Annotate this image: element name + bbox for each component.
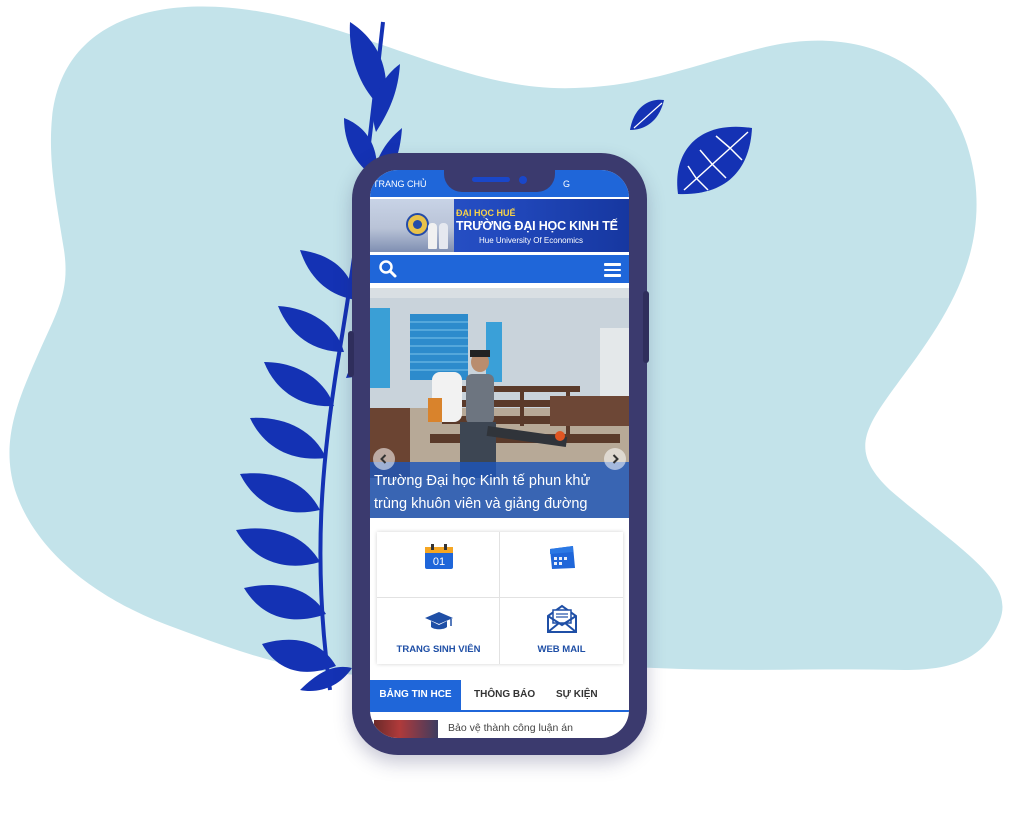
quick-links-grid: 01 TRANG SINH VIÊN WEB MAIL bbox=[377, 532, 623, 664]
hamburger-menu-icon[interactable] bbox=[604, 263, 621, 277]
tab-thong-bao[interactable]: THÔNG BÁO bbox=[474, 680, 535, 710]
chevron-right-icon bbox=[612, 454, 619, 464]
front-camera bbox=[519, 176, 527, 184]
phone-volume-button bbox=[348, 331, 354, 377]
university-logo-icon bbox=[406, 213, 429, 236]
banner-person bbox=[439, 223, 448, 249]
banner-photo bbox=[370, 199, 454, 252]
calendar-icon: 01 bbox=[425, 544, 453, 569]
quick-link-label: TRANG SINH VIÊN bbox=[396, 644, 481, 655]
site-banner[interactable]: ĐẠI HỌC HUẾ TRƯỜNG ĐẠI HỌC KINH TẾ Hue U… bbox=[370, 199, 629, 252]
phone-power-button bbox=[643, 291, 649, 363]
hero-caption[interactable]: Trường Đại học Kinh tế phun khử trùng kh… bbox=[370, 462, 629, 518]
banner-line-3: Hue University Of Economics bbox=[479, 236, 584, 245]
tab-bang-tin-hce[interactable]: BẢNG TIN HCE bbox=[370, 680, 461, 710]
quick-link-student-portal[interactable]: TRANG SINH VIÊN bbox=[377, 598, 500, 664]
quick-link-label: WEB MAIL bbox=[537, 644, 586, 655]
mail-icon bbox=[547, 604, 577, 633]
schedule-icon bbox=[550, 546, 575, 569]
nav-link-home[interactable]: TRANG CHỦ bbox=[373, 179, 427, 189]
quick-link-webmail[interactable]: WEB MAIL bbox=[500, 598, 623, 664]
speaker-grill bbox=[472, 177, 510, 182]
banner-line-2: TRƯỜNG ĐẠI HỌC KINH TẾ bbox=[456, 219, 618, 233]
nav-link-partial[interactable]: G bbox=[563, 179, 570, 189]
quick-link-calendar[interactable]: 01 bbox=[377, 532, 500, 598]
phone-notch bbox=[444, 170, 555, 192]
banner-person bbox=[428, 223, 437, 249]
news-item-title[interactable]: Bảo vệ thành công luận án bbox=[448, 721, 624, 735]
graduation-cap-icon bbox=[425, 612, 453, 630]
hero-slider[interactable]: Trường Đại học Kinh tế phun khử trùng kh… bbox=[370, 288, 629, 518]
hero-caption-text: Trường Đại học Kinh tế phun khử trùng kh… bbox=[374, 473, 591, 512]
search-icon[interactable] bbox=[378, 259, 398, 279]
svg-text:01: 01 bbox=[433, 556, 445, 568]
phone-mockup: TRANG CHỦ G ĐẠI HỌC HUẾ TRƯỜNG ĐẠI HỌC K… bbox=[348, 153, 649, 755]
phone-screen: TRANG CHỦ G ĐẠI HỌC HUẾ TRƯỜNG ĐẠI HỌC K… bbox=[370, 170, 629, 738]
slider-next-button[interactable] bbox=[604, 448, 626, 470]
news-tabs: BẢNG TIN HCE THÔNG BÁO SỰ KIỆN bbox=[370, 680, 629, 712]
slider-prev-button[interactable] bbox=[373, 448, 395, 470]
banner-line-1: ĐẠI HỌC HUẾ bbox=[456, 208, 516, 218]
chevron-left-icon bbox=[380, 454, 387, 464]
search-menu-bar bbox=[370, 255, 629, 283]
quick-link-schedule[interactable] bbox=[500, 532, 623, 598]
tab-su-kien[interactable]: SỰ KIỆN bbox=[556, 680, 598, 710]
news-thumbnail[interactable] bbox=[374, 720, 438, 738]
